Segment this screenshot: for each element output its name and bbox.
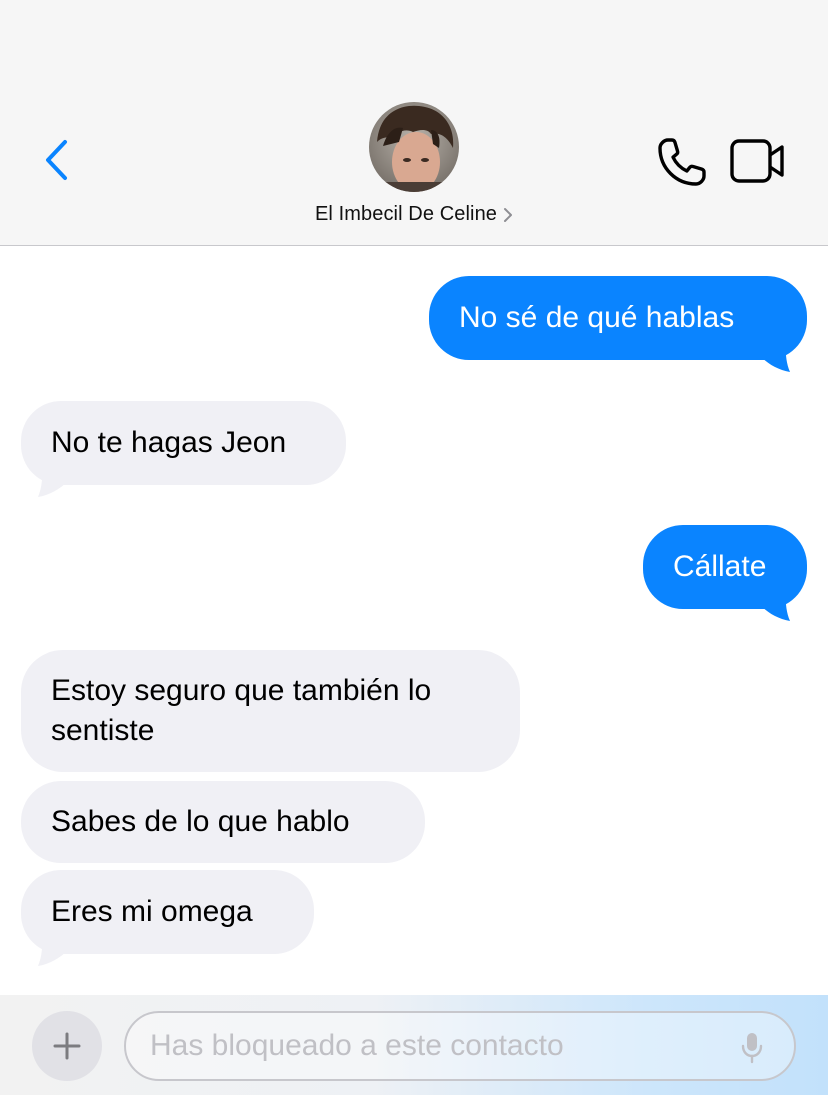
message-text: Eres mi omega bbox=[51, 895, 253, 928]
microphone-icon[interactable] bbox=[740, 1031, 764, 1065]
message-text: No sé de qué hablas bbox=[459, 301, 735, 334]
message-bubble-incoming[interactable]: No te hagas Jeon bbox=[21, 401, 346, 485]
message-bubble-incoming[interactable]: Sabes de lo que hablo bbox=[21, 781, 425, 863]
composer-bar: Has bloqueado a este contacto bbox=[0, 995, 828, 1095]
contact-avatar[interactable] bbox=[369, 102, 459, 192]
bubble-tail bbox=[760, 328, 790, 372]
chevron-left-icon bbox=[46, 140, 67, 180]
plus-icon bbox=[53, 1032, 81, 1060]
message-text: Sabes de lo que hablo bbox=[51, 805, 350, 838]
message-input-placeholder: Has bloqueado a este contacto bbox=[150, 1029, 564, 1062]
apps-plus-button[interactable] bbox=[32, 1011, 102, 1081]
conversation-header: El Imbecil De Celine bbox=[0, 0, 828, 246]
bubble-tail bbox=[760, 577, 790, 621]
message-bubble-incoming[interactable]: Estoy seguro que también lo sentiste bbox=[21, 650, 520, 772]
message-text: Cállate bbox=[673, 550, 767, 583]
message-text: Estoy seguro que también lo sentiste bbox=[51, 674, 432, 747]
messages-screen: El Imbecil De Celine No sé de qué hablas… bbox=[0, 0, 828, 1095]
phone-icon bbox=[658, 138, 706, 186]
message-text: No te hagas Jeon bbox=[51, 426, 287, 459]
bubble-tail bbox=[38, 453, 68, 497]
video-call-button[interactable] bbox=[728, 136, 788, 186]
audio-call-button[interactable] bbox=[654, 134, 710, 190]
chevron-right-icon bbox=[504, 207, 513, 222]
back-button[interactable] bbox=[36, 136, 76, 184]
message-bubble-outgoing[interactable]: No sé de qué hablas bbox=[429, 276, 807, 360]
video-camera-icon bbox=[730, 139, 784, 183]
bubble-tail bbox=[38, 922, 68, 966]
message-input[interactable]: Has bloqueado a este contacto bbox=[124, 1011, 796, 1081]
contact-details-link[interactable]: El Imbecil De Celine bbox=[315, 203, 513, 226]
contact-name: El Imbecil De Celine bbox=[314, 203, 498, 225]
contact-name-row[interactable]: El Imbecil De Celine bbox=[0, 203, 828, 226]
